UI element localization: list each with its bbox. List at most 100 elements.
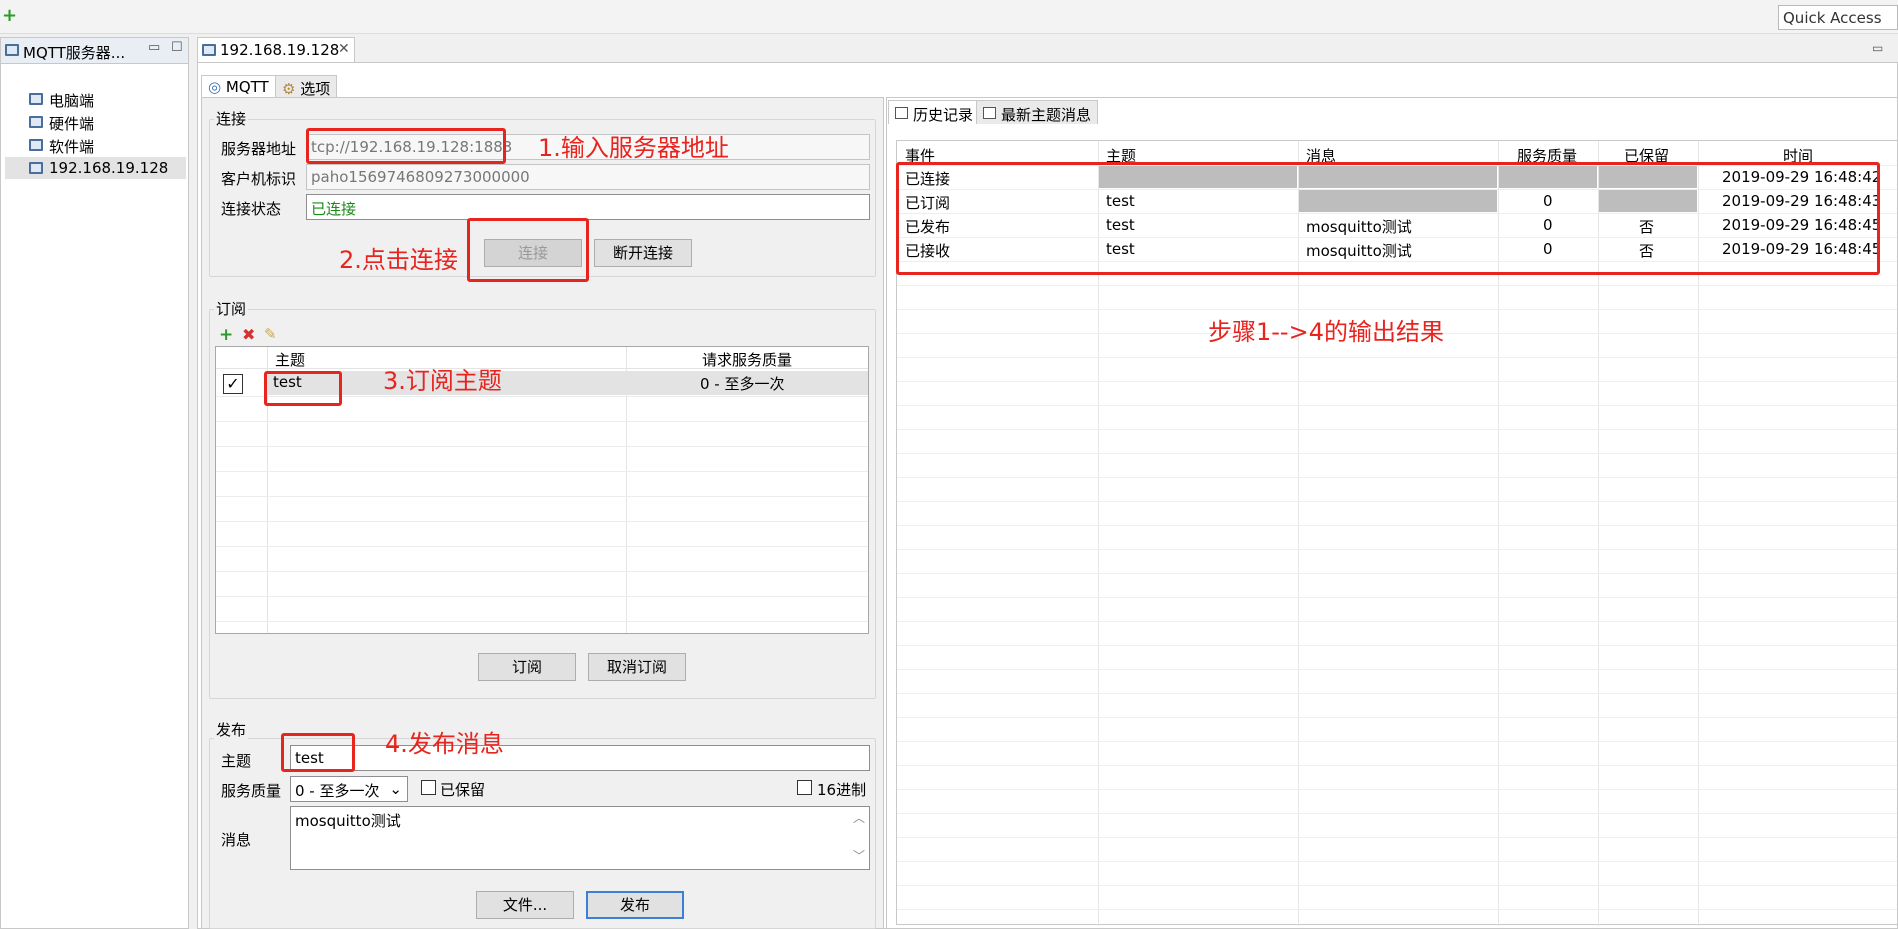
row-divider [216,546,868,547]
quick-access-input[interactable]: Quick Access [1778,5,1898,30]
subscription-checkbox[interactable]: ✓ [223,374,243,394]
row-divider [897,597,1897,598]
add-connection-icon[interactable]: + [2,7,17,25]
annotation-step3: 3.订阅主题 [383,367,502,395]
subscribe-button[interactable]: 订阅 [478,653,576,681]
row-divider [216,571,868,572]
monitor-icon [29,139,43,151]
scroll-down-icon[interactable]: ﹀ [853,847,865,864]
tree-item-server[interactable]: 192.168.19.128 [5,157,186,179]
list-icon [895,107,908,119]
tab-history[interactable]: 历史记录 [888,100,981,124]
row-divider [897,645,1897,646]
editor-tab[interactable]: 192.168.19.128 ✕ [197,37,355,63]
connection-status-value: 已连接 [306,194,870,220]
publish-topic-label: 主题 [221,752,252,770]
client-id-label: 客户机标识 [221,170,297,188]
tree-item-pc[interactable]: 电脑端 [29,88,187,110]
row-divider [897,861,1897,862]
add-subscription-icon[interactable]: + [219,325,233,345]
monitor-icon [29,93,43,105]
tree-item-label: 192.168.19.128 [49,159,169,177]
tab-label: 最新主题消息 [1001,106,1092,124]
subscription-col-qos: 请求服务质量 [702,351,793,369]
publish-group-title: 发布 [214,719,249,740]
row-divider [897,525,1897,526]
tree-item-software[interactable]: 软件端 [29,134,187,156]
close-icon[interactable]: ✕ [338,41,350,57]
row-divider [897,477,1897,478]
tab-mqtt[interactable]: ◎ MQTT [201,75,276,97]
row-divider [897,669,1897,670]
row-divider [897,501,1897,502]
file-button[interactable]: 文件... [476,891,574,919]
tree-item-label: 电脑端 [49,92,95,110]
connection-status-label: 连接状态 [221,200,282,218]
row-divider [897,405,1897,406]
tree-item-hardware[interactable]: 硬件端 [29,111,187,133]
row-divider [216,596,868,597]
annotation-box-connect [467,218,589,282]
editor-tab-label: 192.168.19.128 [220,41,340,59]
tab-label: 历史记录 [913,106,974,124]
publish-message-textarea[interactable]: mosquitto测试 ︿ ﹀ [290,806,870,870]
row-divider [216,446,868,447]
publish-button[interactable]: 发布 [586,891,684,919]
annotation-box-publish [281,733,355,772]
row-divider [897,909,1897,910]
tab-options[interactable]: ⚙ 选项 [275,75,338,98]
server-icon [202,44,216,56]
annotation-box-history [896,162,1880,275]
annotation-result: 步骤1-->4的输出结果 [1208,318,1444,346]
publish-qos-select[interactable]: 0 - 至多一次 ⌄ [290,776,408,802]
disconnect-button[interactable]: 断开连接 [594,239,692,267]
tree-item-label: 硬件端 [49,115,95,133]
row-divider [216,621,868,622]
monitor-icon [29,162,43,174]
unsubscribe-button[interactable]: 取消订阅 [588,653,686,681]
tab-latest-messages[interactable]: 最新主题消息 [976,100,1099,124]
tab-label: MQTT [225,78,269,96]
server-tree-title: MQTT服务器... [23,44,126,62]
table-icon [983,107,996,119]
annotation-step2: 2.点击连接 [339,246,458,274]
remove-subscription-icon[interactable]: ✖ [242,325,255,344]
hex-checkbox[interactable] [797,780,812,795]
mqtt-icon: ◎ [208,78,222,96]
row-divider [897,309,1897,310]
edit-subscription-icon[interactable]: ✎ [264,325,277,343]
publish-qos-label: 服务质量 [221,782,282,800]
hex-label: 16进制 [817,781,867,799]
maximize-icon[interactable]: ☐ [171,40,183,55]
row-divider [897,285,1897,286]
publish-topic-input[interactable]: test [290,745,870,771]
table-row[interactable]: test 0 - 至多一次 [267,371,868,395]
restore-icon[interactable]: ▭ [1872,41,1883,55]
message-text: mosquitto测试 [295,812,401,830]
options-gear-icon: ⚙ [282,80,296,98]
annotation-step4: 4.发布消息 [385,730,504,758]
row-divider [897,837,1897,838]
row-divider [897,885,1897,886]
tree-item-label: 软件端 [49,138,95,156]
annotation-step1: 1.输入服务器地址 [538,134,729,162]
client-id-input[interactable]: paho1569746809273000000 [306,164,870,190]
server-icon [5,44,19,56]
scroll-up-icon[interactable]: ︿ [853,809,865,826]
row-divider [897,765,1897,766]
minimize-icon[interactable]: ▭ [148,40,160,55]
retain-checkbox[interactable] [421,780,436,795]
subscription-col-topic: 主题 [275,351,306,369]
row-divider [897,573,1897,574]
row-divider [216,521,868,522]
subscribe-group-title: 订阅 [214,298,249,319]
row-divider [897,741,1897,742]
row-divider [897,717,1897,718]
row-divider [897,381,1897,382]
row-divider [897,429,1897,430]
qos-select-value: 0 - 至多一次 [295,782,380,800]
row-divider [216,471,868,472]
server-tree-tab[interactable]: MQTT服务器... ▭ ☐ [1,38,188,64]
row-divider [897,621,1897,622]
row-divider [897,693,1897,694]
